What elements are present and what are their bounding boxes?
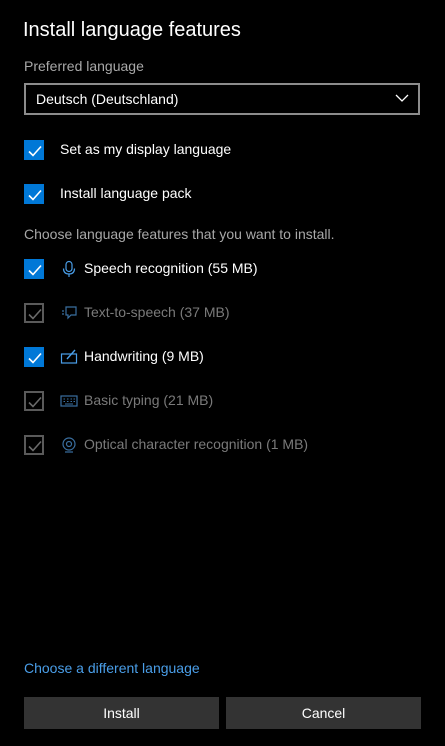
choose-different-language-link[interactable]: Choose a different language — [24, 660, 200, 676]
microphone-icon — [62, 260, 76, 277]
display-language-checkbox[interactable] — [24, 140, 44, 160]
display-language-label: Set as my display language — [60, 141, 232, 157]
text-to-speech-checkbox — [24, 303, 44, 323]
feature-label: Speech recognition (55 MB) — [84, 260, 258, 276]
install-button[interactable]: Install — [24, 697, 219, 729]
preferred-language-dropdown[interactable]: Deutsch (Deutschland) — [24, 83, 420, 115]
install-language-dialog: Install language features Preferred lang… — [0, 0, 445, 746]
checkmark-icon — [28, 396, 42, 408]
speech-recognition-checkbox[interactable] — [24, 259, 44, 279]
display-language-option[interactable]: Set as my display language — [24, 140, 420, 162]
keyboard-icon — [60, 395, 78, 407]
checkmark-icon — [28, 189, 42, 201]
preferred-language-value: Deutsch (Deutschland) — [36, 91, 179, 107]
feature-handwriting[interactable]: Handwriting (9 MB) — [24, 347, 420, 369]
feature-speech-recognition[interactable]: Speech recognition (55 MB) — [24, 259, 420, 281]
ocr-checkbox — [24, 435, 44, 455]
handwriting-checkbox[interactable] — [24, 347, 44, 367]
checkmark-icon — [28, 308, 42, 320]
chevron-down-icon — [395, 94, 409, 102]
language-pack-label: Install language pack — [60, 185, 192, 201]
feature-text-to-speech: Text-to-speech (37 MB) — [24, 303, 420, 325]
feature-ocr: Optical character recognition (1 MB) — [24, 435, 420, 457]
eye-icon — [62, 437, 76, 453]
features-hint: Choose language features that you want t… — [24, 226, 335, 242]
speech-bubble-icon — [62, 306, 77, 320]
feature-label: Optical character recognition (1 MB) — [84, 436, 309, 452]
feature-label: Basic typing (21 MB) — [84, 392, 214, 408]
basic-typing-checkbox — [24, 391, 44, 411]
feature-label: Text-to-speech (37 MB) — [84, 304, 230, 320]
cancel-button[interactable]: Cancel — [226, 697, 421, 729]
feature-label: Handwriting (9 MB) — [84, 348, 204, 364]
language-pack-checkbox[interactable] — [24, 184, 44, 204]
checkmark-icon — [28, 264, 42, 276]
dialog-title: Install language features — [23, 19, 241, 41]
checkmark-icon — [28, 145, 42, 157]
checkmark-icon — [28, 440, 42, 452]
checkmark-icon — [28, 352, 42, 364]
preferred-language-label: Preferred language — [24, 58, 144, 74]
feature-basic-typing: Basic typing (21 MB) — [24, 391, 420, 413]
pen-icon — [60, 349, 78, 364]
language-pack-option[interactable]: Install language pack — [24, 184, 420, 206]
